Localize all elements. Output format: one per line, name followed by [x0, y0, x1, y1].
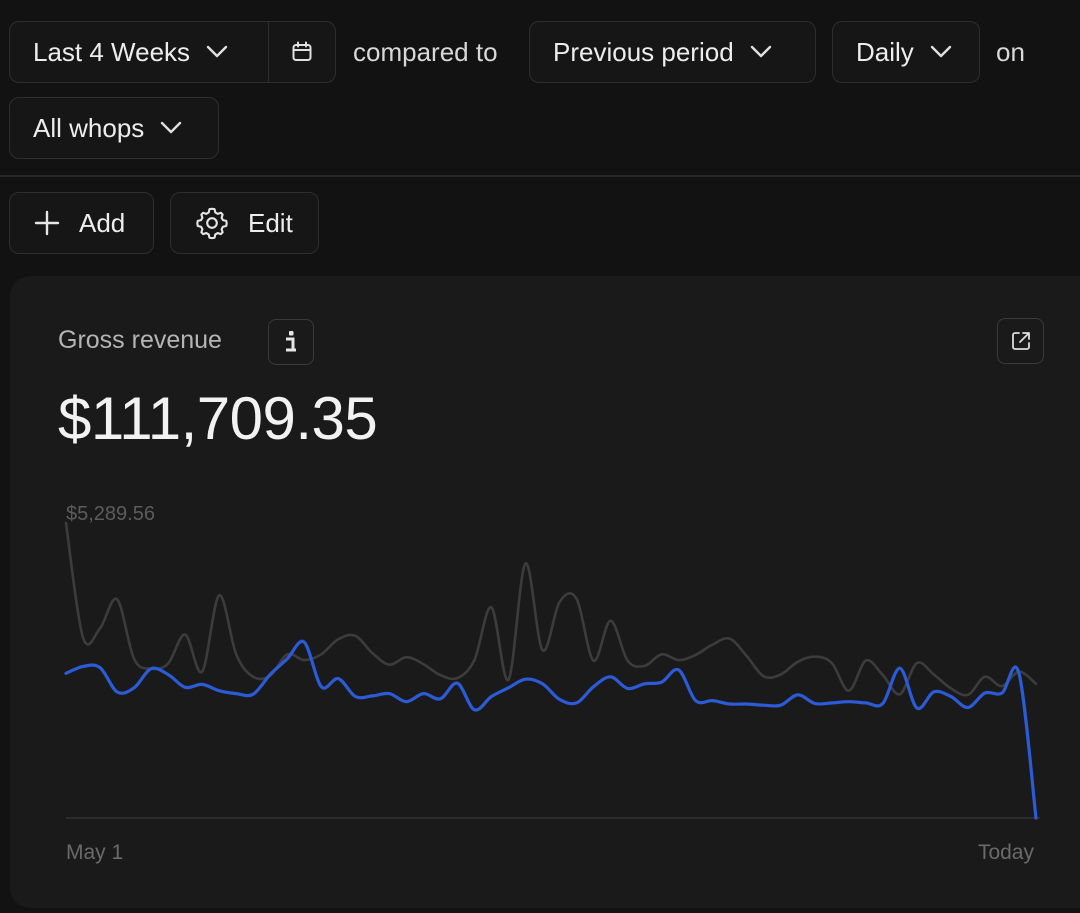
x-start-label: May 1	[66, 841, 123, 864]
series-current-period-line	[64, 639, 1038, 820]
y-max-label: $5,289.56	[66, 503, 155, 525]
series-previous-period-line	[64, 521, 1038, 697]
revenue-line-chart: $5,289.56 May 1 Today	[64, 503, 1040, 864]
analytics-page: Last 4 Weeks compared to Previous period…	[0, 0, 1080, 913]
x-end-label: Today	[978, 841, 1035, 864]
